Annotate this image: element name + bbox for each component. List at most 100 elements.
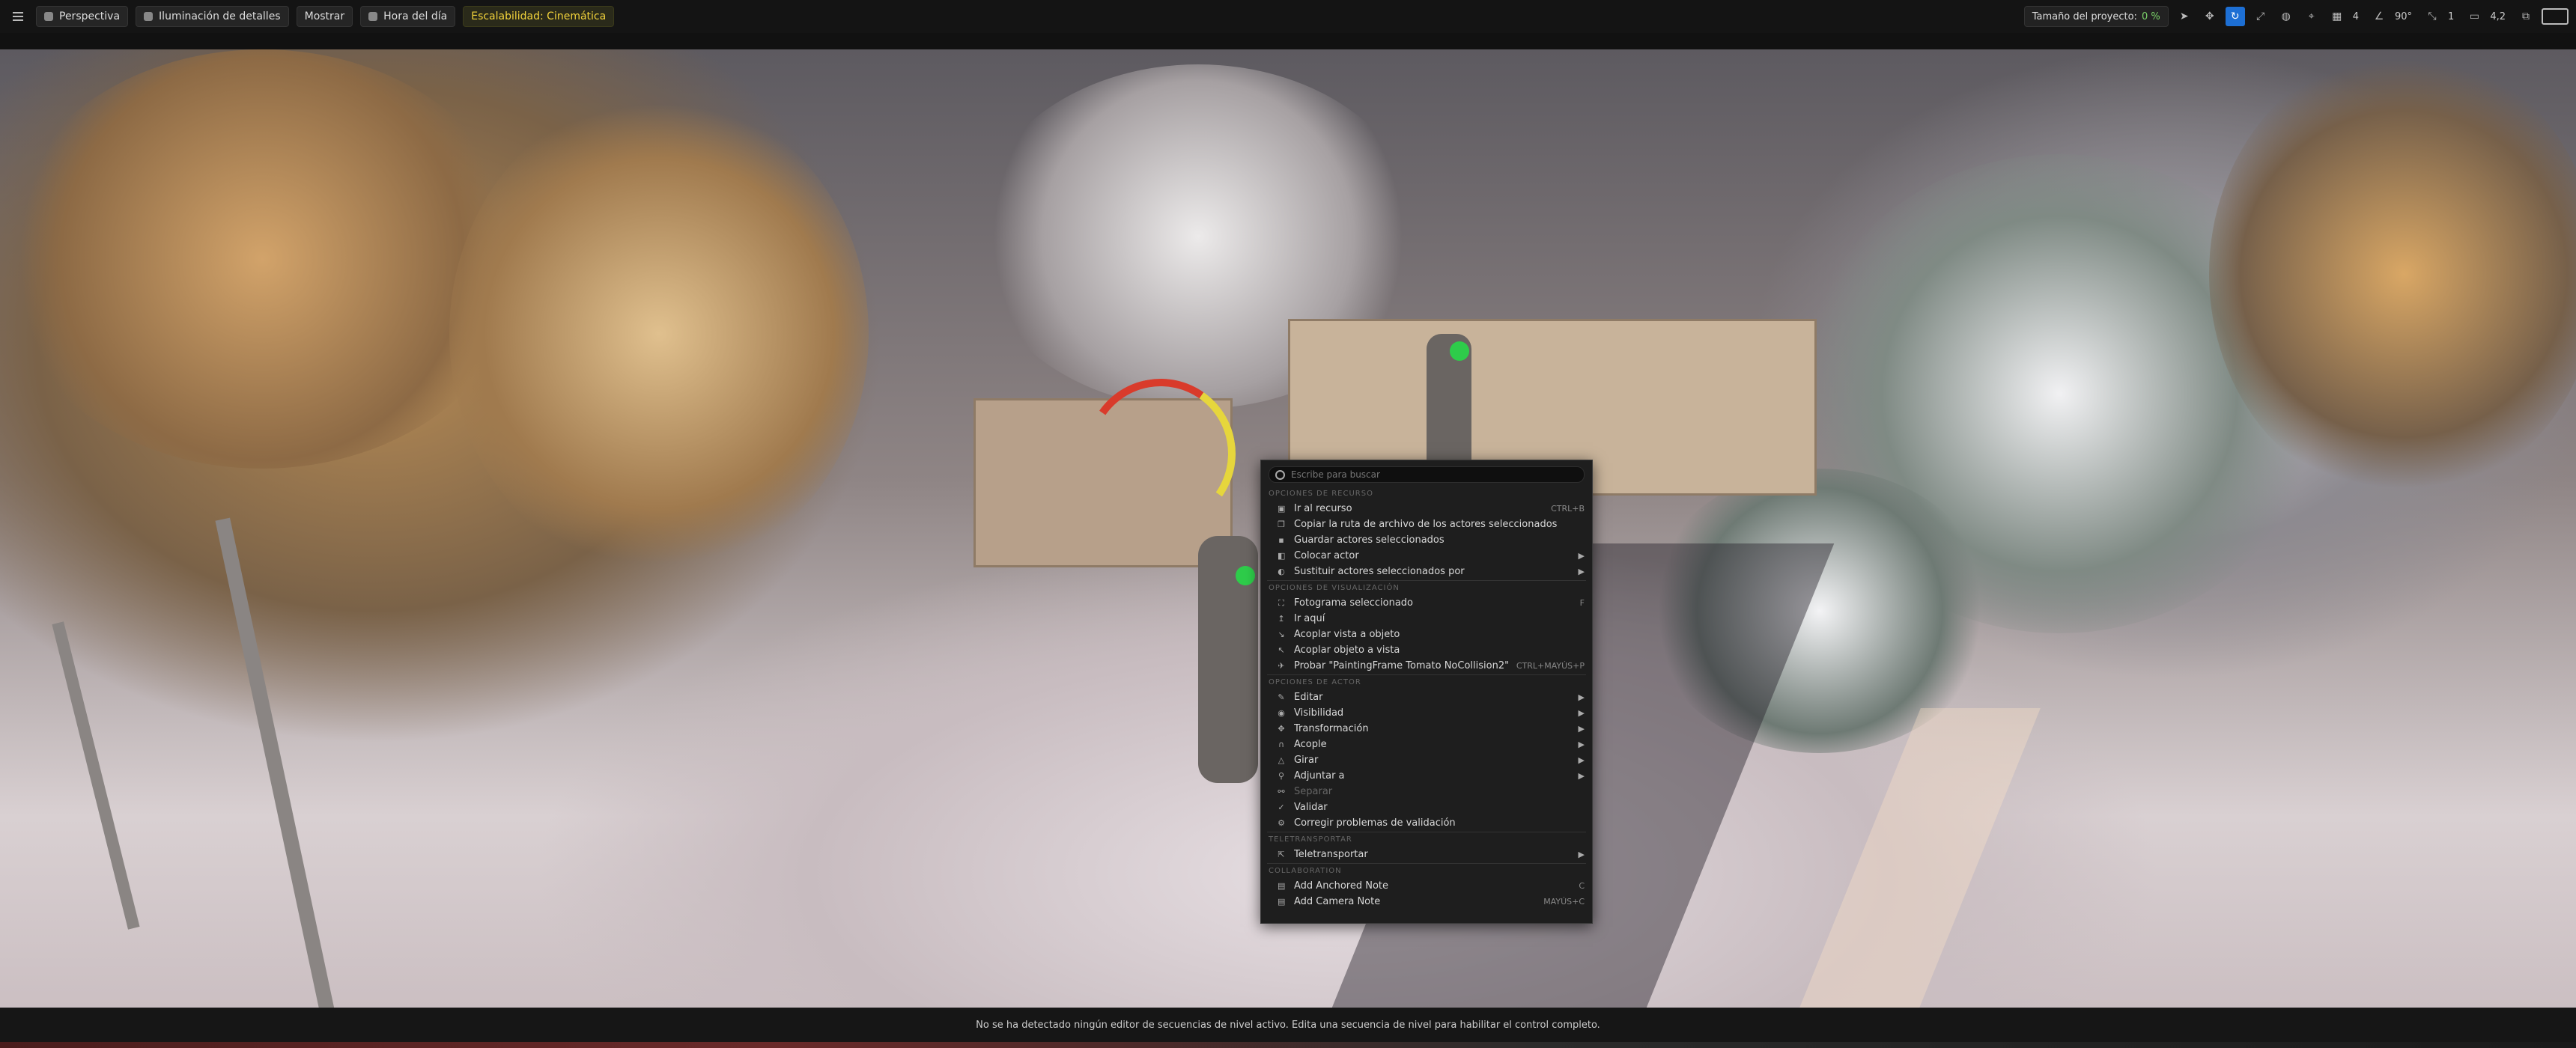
pencil-icon: ✎	[1278, 692, 1285, 702]
project-size-indicator[interactable]: Tamaño del proyecto: 0 %	[2023, 6, 2169, 27]
camera-note-icon: ▤	[1278, 896, 1286, 907]
menu-item-selected-frame[interactable]: ⛶ Fotograma seleccionado F	[1261, 595, 1592, 611]
rotate-tool-icon[interactable]: ↻	[2225, 7, 2245, 26]
camera-speed-icon[interactable]: ▭	[2464, 7, 2484, 26]
menu-item-transform[interactable]: ✥ Transformación ▶	[1261, 721, 1592, 737]
rotate-icon: △	[1278, 755, 1285, 765]
submenu-arrow-icon: ▶	[1578, 850, 1585, 859]
sequencer-status-bar: No se ha detectado ningún editor de secu…	[0, 1008, 2576, 1042]
camera-speed-value[interactable]: 4,2	[2490, 11, 2506, 22]
scale-tool-icon[interactable]: ⤢	[2251, 7, 2270, 26]
menu-item-goto-resource[interactable]: ▣ Ir al recurso CTRL+B	[1261, 501, 1592, 517]
menu-item-go-here[interactable]: ↥ Ir aquí	[1261, 611, 1592, 627]
menu-item-teleport[interactable]: ⇱ Teletransportar ▶	[1261, 847, 1592, 862]
hamburger-menu-icon[interactable]	[7, 7, 28, 26]
menu-item-pilot[interactable]: ✈ Probar "PaintingFrame Tomato NoCollisi…	[1261, 658, 1592, 674]
menu-item-place-actor[interactable]: ◧ Colocar actor ▶	[1261, 548, 1592, 564]
place-actor-icon: ◧	[1278, 550, 1286, 561]
viewport-layout-icon[interactable]	[2542, 8, 2569, 25]
detach-icon: ⚯	[1278, 786, 1285, 796]
select-tool-icon[interactable]: ➤	[2175, 7, 2194, 26]
submenu-arrow-icon: ▶	[1578, 771, 1585, 781]
scalability-button[interactable]: Escalabilidad: Cinemática	[463, 6, 615, 27]
note-icon: ▤	[1278, 880, 1286, 891]
menu-item-fix-validation[interactable]: ⚙ Corregir problemas de validación	[1261, 815, 1592, 831]
angle-snap-icon[interactable]: ∠	[2369, 7, 2389, 26]
wrench-icon: ⚙	[1278, 817, 1285, 828]
magnet-icon: ∩	[1278, 739, 1285, 749]
goto-icon: ↥	[1278, 613, 1285, 624]
menu-item-snap-view[interactable]: ↘ Acoplar vista a objeto	[1261, 627, 1592, 642]
scalability-label: Escalabilidad: Cinemática	[471, 10, 607, 22]
attach-icon: ⚲	[1278, 770, 1285, 781]
menu-divider	[1267, 580, 1586, 581]
snap-view-icon: ↘	[1278, 629, 1285, 639]
scale-snap-value[interactable]: 1	[2448, 11, 2454, 22]
copy-icon: ❐	[1278, 519, 1285, 529]
menu-divider	[1267, 674, 1586, 675]
traffic-light-green	[1450, 341, 1469, 361]
status-message: No se ha detectado ningún editor de secu…	[976, 1019, 1600, 1031]
time-of-day-label: Hora del día	[383, 10, 448, 22]
menu-item-visibility[interactable]: ◉ Visibilidad ▶	[1261, 705, 1592, 721]
menu-divider	[1267, 863, 1586, 864]
grid-snap-value[interactable]: 4	[2353, 11, 2359, 22]
menu-item-edit[interactable]: ✎ Editar ▶	[1261, 689, 1592, 705]
menu-item-replace-actors[interactable]: ◐ Sustituir actores seleccionados por ▶	[1261, 564, 1592, 579]
actor-context-menu: Opciones de recurso ▣ Ir al recurso CTRL…	[1260, 460, 1593, 924]
angle-snap-value[interactable]: 90°	[2395, 11, 2412, 22]
teleport-icon: ⇱	[1278, 849, 1285, 859]
scene-sunlight	[1793, 708, 2041, 1008]
project-size-value: 0 %	[2141, 10, 2160, 22]
camera-icon	[44, 12, 53, 21]
submenu-arrow-icon: ▶	[1578, 755, 1585, 765]
section-resource-options: Opciones de recurso	[1269, 490, 1373, 498]
section-collaboration: Collaboration	[1269, 867, 1342, 875]
menu-item-snap-object[interactable]: ↖ Acoplar objeto a vista	[1261, 642, 1592, 658]
show-button[interactable]: Mostrar	[296, 6, 353, 27]
context-search-box[interactable]	[1269, 466, 1585, 483]
perspective-label: Perspectiva	[59, 10, 121, 22]
menu-item-snap[interactable]: ∩ Acople ▶	[1261, 737, 1592, 752]
section-actor-options: Opciones de actor	[1269, 678, 1361, 686]
scale-snap-icon[interactable]: ⤡	[2422, 7, 2442, 26]
menu-item-attach[interactable]: ⚲ Adjuntar a ▶	[1261, 768, 1592, 784]
timeline-strip[interactable]	[0, 1042, 2576, 1048]
viewport-toolbar: Perspectiva Iluminación de detalles Most…	[0, 0, 2576, 33]
perspective-button[interactable]: Perspectiva	[36, 6, 129, 27]
menu-item-camera-note[interactable]: ▤ Add Camera Note MAYÚS+C	[1261, 894, 1592, 910]
menu-item-anchored-note[interactable]: ▤ Add Anchored Note C	[1261, 878, 1592, 894]
browse-icon: ▣	[1278, 503, 1286, 514]
validate-icon: ✓	[1278, 802, 1285, 812]
section-view-options: Opciones de visualización	[1269, 584, 1400, 592]
context-search-input[interactable]	[1289, 469, 1578, 481]
transform-icon: ✥	[1278, 723, 1285, 734]
maximize-viewport-icon[interactable]: ⧉	[2516, 7, 2536, 26]
submenu-arrow-icon: ▶	[1578, 567, 1585, 576]
pilot-icon: ✈	[1278, 660, 1285, 671]
menu-item-save-actors[interactable]: ▪ Guardar actores seleccionados	[1261, 532, 1592, 548]
surface-snap-icon[interactable]: ⌖	[2302, 7, 2321, 26]
project-size-label: Tamaño del proyecto:	[2032, 10, 2137, 22]
fence-post	[52, 621, 140, 930]
traffic-light-green	[1236, 566, 1255, 585]
eye-icon: ◉	[1278, 707, 1285, 718]
save-icon: ▪	[1278, 534, 1284, 545]
world-space-icon[interactable]: ◍	[2276, 7, 2296, 26]
scene-tree	[449, 94, 869, 573]
grid-snap-icon[interactable]: ▦	[2327, 7, 2347, 26]
show-label: Mostrar	[304, 10, 345, 22]
time-of-day-button[interactable]: Hora del día	[360, 6, 456, 27]
menu-item-rotate[interactable]: △ Girar ▶	[1261, 752, 1592, 768]
menu-item-validate[interactable]: ✓ Validar	[1261, 799, 1592, 815]
menu-item-detach: ⚯ Separar	[1278, 786, 1333, 797]
submenu-arrow-icon: ▶	[1578, 692, 1585, 702]
street-lamp-pole	[215, 517, 339, 1008]
lit-icon	[144, 12, 154, 21]
frame-icon: ⛶	[1278, 597, 1284, 608]
move-tool-icon[interactable]: ✥	[2200, 7, 2220, 26]
scene-tree	[0, 49, 524, 469]
lighting-mode-button[interactable]: Iluminación de detalles	[136, 6, 289, 27]
menu-item-copy-path[interactable]: ❐ Copiar la ruta de archivo de los actor…	[1261, 517, 1592, 532]
submenu-arrow-icon: ▶	[1578, 708, 1585, 718]
